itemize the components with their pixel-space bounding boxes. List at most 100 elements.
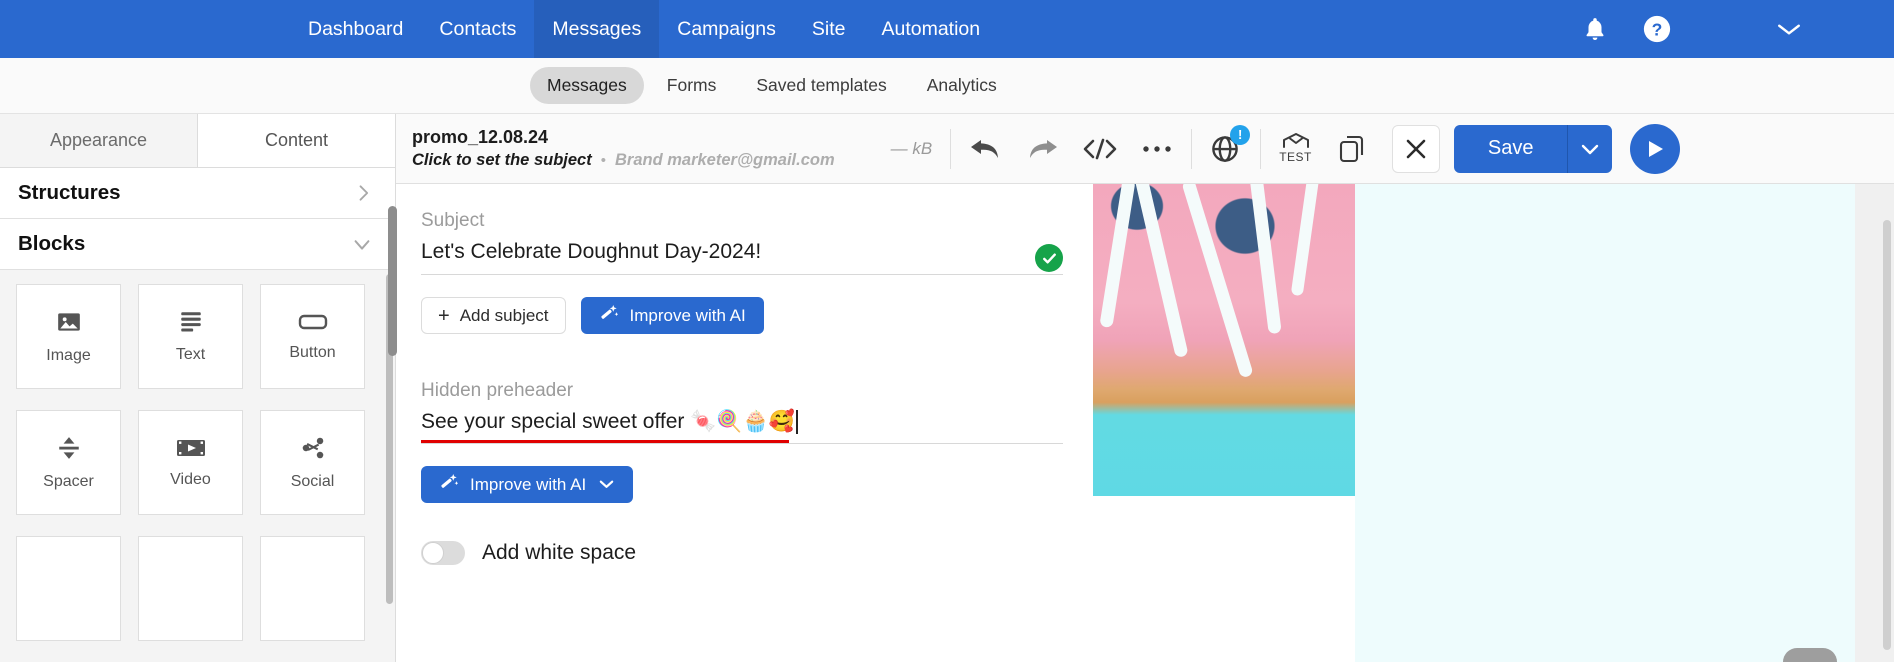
message-editor: promo_12.08.24 Click to set the subject … bbox=[388, 114, 1894, 662]
nav-item-dashboard[interactable]: Dashboard bbox=[290, 0, 421, 58]
block-tile-partial-2[interactable] bbox=[138, 536, 243, 641]
save-button[interactable]: Save bbox=[1453, 124, 1569, 173]
improve-ai-label: Improve with AI bbox=[629, 305, 746, 325]
add-subject-button[interactable]: + Add subject bbox=[421, 297, 566, 334]
toolbar-divider-2 bbox=[1191, 128, 1193, 169]
whitespace-toggle-row: Add white space bbox=[421, 541, 1063, 565]
chevron-right-icon bbox=[353, 183, 373, 203]
add-subject-label: Add subject bbox=[459, 305, 549, 325]
subnav-item-forms[interactable]: Forms bbox=[650, 67, 734, 104]
block-tile-video-label: Video bbox=[170, 470, 211, 488]
top-navigation-bar: Dashboard Contacts Messages Campaigns Si… bbox=[0, 0, 1894, 58]
subnav-item-analytics[interactable]: Analytics bbox=[910, 67, 1014, 104]
preheader-input[interactable]: See your special sweet offer 🍬🍭🧁🥰 bbox=[421, 410, 1063, 444]
top-nav-items: Dashboard Contacts Messages Campaigns Si… bbox=[290, 0, 998, 58]
block-tile-spacer[interactable]: Spacer bbox=[16, 410, 121, 515]
spacer-icon bbox=[56, 435, 82, 461]
block-tile-social[interactable]: Social bbox=[260, 410, 365, 515]
bell-icon[interactable] bbox=[1578, 12, 1612, 46]
svg-text:?: ? bbox=[1652, 19, 1663, 39]
separator-dot: • bbox=[600, 152, 606, 169]
form-scrollbar[interactable] bbox=[388, 206, 397, 356]
block-tile-spacer-label: Spacer bbox=[43, 472, 94, 490]
close-icon bbox=[1406, 139, 1426, 158]
set-subject-link[interactable]: Click to set the subject bbox=[412, 151, 592, 170]
block-tile-image[interactable]: Image bbox=[16, 284, 121, 389]
block-tile-social-label: Social bbox=[290, 472, 335, 490]
code-icon[interactable] bbox=[1081, 135, 1119, 163]
document-title[interactable]: promo_12.08.24 bbox=[412, 127, 835, 148]
blocks-grid: Image Text Button Spacer Video Social bbox=[16, 284, 379, 641]
save-button-group: Save bbox=[1453, 124, 1613, 173]
undo-icon[interactable] bbox=[969, 135, 1003, 163]
blocks-grid-area: Image Text Button Spacer Video Social bbox=[0, 270, 395, 662]
help-circle-icon[interactable]: ? bbox=[1640, 12, 1674, 46]
globe-icon[interactable]: ! bbox=[1210, 124, 1251, 164]
preview-resize-handle[interactable] bbox=[1783, 648, 1837, 662]
spellcheck-underline bbox=[421, 440, 789, 443]
duplicate-icon[interactable] bbox=[1338, 134, 1366, 164]
panel-tabs: Appearance Content bbox=[0, 114, 395, 168]
preview-scrollbar[interactable] bbox=[1883, 220, 1891, 650]
test-button[interactable]: TEST bbox=[1279, 133, 1312, 164]
nav-item-contacts[interactable]: Contacts bbox=[421, 0, 534, 58]
tab-content[interactable]: Content bbox=[198, 114, 395, 167]
message-size-label: — kB bbox=[890, 138, 933, 158]
tab-appearance[interactable]: Appearance bbox=[0, 114, 198, 167]
block-tile-partial-1[interactable] bbox=[16, 536, 121, 641]
document-meta: promo_12.08.24 Click to set the subject … bbox=[412, 127, 835, 170]
close-button[interactable] bbox=[1391, 124, 1440, 173]
nav-item-campaigns[interactable]: Campaigns bbox=[659, 0, 794, 58]
block-tile-partial-3[interactable] bbox=[260, 536, 365, 641]
subject-input[interactable]: Let's Celebrate Doughnut Day-2024! bbox=[421, 240, 761, 274]
document-subtitle: Click to set the subject • Brand markete… bbox=[412, 151, 835, 170]
test-button-label: TEST bbox=[1279, 150, 1312, 164]
section-blocks[interactable]: Blocks bbox=[0, 219, 395, 270]
preheader-text: See your special sweet offer 🍬🍭🧁🥰 bbox=[421, 410, 795, 433]
add-white-space-toggle[interactable] bbox=[421, 541, 465, 565]
nav-item-site[interactable]: Site bbox=[794, 0, 864, 58]
preheader-label: Hidden preheader bbox=[421, 380, 574, 401]
improve-subject-with-ai-button[interactable]: Improve with AI bbox=[580, 297, 764, 334]
block-tile-text-label: Text bbox=[175, 345, 206, 363]
preview-email-card bbox=[1093, 184, 1355, 662]
block-tile-text[interactable]: Text bbox=[138, 284, 243, 389]
save-chevron-down-icon[interactable] bbox=[1568, 124, 1613, 173]
nav-item-automation[interactable]: Automation bbox=[863, 0, 998, 58]
send-preview-button[interactable] bbox=[1630, 123, 1681, 174]
nav-item-messages[interactable]: Messages bbox=[534, 0, 660, 58]
section-structures-label: Structures bbox=[18, 181, 121, 204]
subnav-item-saved-templates[interactable]: Saved templates bbox=[739, 67, 903, 104]
more-icon[interactable] bbox=[1141, 143, 1173, 155]
subnav-item-messages[interactable]: Messages bbox=[530, 67, 644, 104]
check-circle-icon bbox=[1035, 244, 1063, 272]
block-tile-video[interactable]: Video bbox=[138, 410, 243, 515]
preview-canvas-background bbox=[1355, 184, 1855, 662]
button-icon bbox=[298, 312, 328, 332]
toolbar-divider-1 bbox=[950, 128, 952, 169]
email-preview-pane bbox=[1093, 184, 1894, 662]
subject-label: Subject bbox=[421, 210, 485, 231]
text-cursor bbox=[795, 410, 798, 434]
block-tile-button[interactable]: Button bbox=[260, 284, 365, 389]
improve-preheader-with-ai-button[interactable]: Improve with AI bbox=[421, 466, 634, 503]
magic-wand-icon bbox=[599, 304, 619, 328]
toggle-knob bbox=[422, 542, 444, 564]
chevron-down-icon bbox=[598, 475, 615, 495]
subject-actions: + Add subject Improve with AI bbox=[421, 297, 1063, 334]
sender-address[interactable]: Brand marketer@gmail.com bbox=[615, 151, 835, 170]
toolbar-divider-3 bbox=[1260, 128, 1262, 169]
block-tile-image-label: Image bbox=[46, 346, 91, 364]
account-chevron-down-icon[interactable] bbox=[1772, 12, 1806, 46]
preview-hero-image[interactable] bbox=[1093, 184, 1355, 496]
redo-icon[interactable] bbox=[1025, 135, 1059, 163]
status-badge: ! bbox=[1230, 124, 1251, 145]
subject-input-row[interactable]: Let's Celebrate Doughnut Day-2024! bbox=[421, 240, 1063, 275]
section-structures[interactable]: Structures bbox=[0, 168, 395, 219]
improve-ai-dropdown-label: Improve with AI bbox=[470, 474, 587, 494]
sub-navigation-bar: Messages Forms Saved templates Analytics bbox=[0, 58, 1894, 114]
preheader-field-group: Hidden preheader See your special sweet … bbox=[421, 380, 1063, 503]
top-nav-right-actions: ? bbox=[1578, 12, 1894, 46]
add-white-space-label: Add white space bbox=[482, 541, 637, 564]
image-icon bbox=[56, 309, 82, 335]
